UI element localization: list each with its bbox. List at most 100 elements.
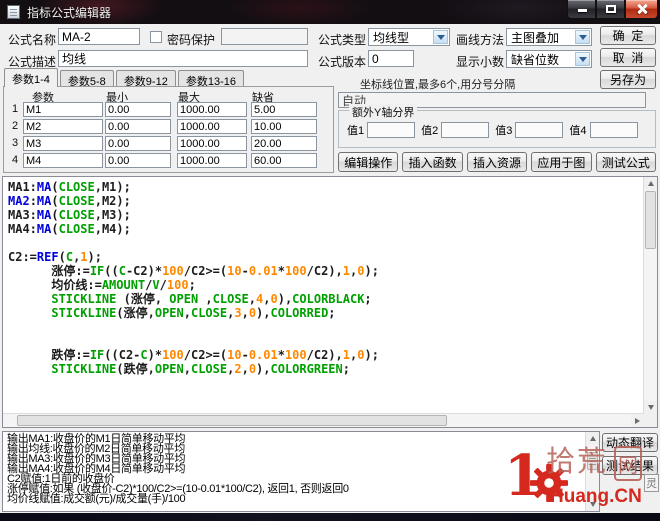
yaxis-value-input[interactable] — [515, 122, 563, 138]
formula-type-value: 均线型 — [373, 29, 409, 46]
code-line: 均价线:=AMOUNT/V/100; — [8, 278, 641, 292]
yaxis-value-input[interactable] — [590, 122, 638, 138]
param-tabs: 参数1-4参数5-8参数9-12参数13-16 — [4, 70, 246, 87]
scrollbar-corner — [644, 414, 657, 427]
param-def-input[interactable] — [251, 119, 317, 134]
param-name-input[interactable] — [23, 102, 103, 117]
scrollbar-thumb[interactable] — [645, 191, 656, 249]
ok-button[interactable]: 确 定 — [600, 26, 656, 45]
param-name-input[interactable] — [23, 136, 103, 151]
editor-horizontal-scrollbar[interactable] — [3, 413, 644, 427]
password-input[interactable] — [221, 28, 308, 45]
yaxis-field: 值3 — [495, 122, 563, 138]
yaxis-group-title: 额外Y轴分界 — [349, 104, 417, 120]
formula-type-label: 公式类型 — [318, 31, 366, 48]
draw-method-value: 主图叠加 — [511, 29, 559, 46]
scroll-down-icon[interactable] — [586, 498, 599, 511]
formula-name-label: 公式名称 — [8, 31, 56, 48]
editor-vertical-scrollbar[interactable] — [643, 177, 657, 414]
tab-参数5-8[interactable]: 参数5-8 — [60, 70, 114, 87]
window-title: 指标公式编辑器 — [27, 4, 111, 21]
scroll-up-icon[interactable] — [586, 432, 599, 445]
code-line: 跌停:=IF((C2-C)*100/C2>=(10-0.01*100/C2),1… — [8, 348, 641, 362]
output-line: 均价线赋值:成交额(元)/成交量(手)/100 — [7, 494, 583, 504]
param-max-input[interactable] — [177, 153, 247, 168]
param-max-input[interactable] — [177, 136, 247, 151]
close-button[interactable] — [625, 0, 658, 19]
tab-参数1-4[interactable]: 参数1-4 — [4, 68, 58, 87]
scrollbar-thumb[interactable] — [17, 415, 447, 426]
close-icon — [636, 3, 648, 15]
code-line — [8, 320, 641, 334]
description-panel[interactable]: 输出MA1:收盘价的M1日简单移动平均输出均线:收盘价的M2日简单移动平均输出M… — [2, 431, 600, 512]
param-name-input[interactable] — [23, 119, 103, 134]
desktop-strip — [0, 513, 660, 521]
saveas-button[interactable]: 另存为 — [600, 70, 656, 89]
param-def-input[interactable] — [251, 153, 317, 168]
param-min-input[interactable] — [105, 119, 171, 134]
button-测试结果[interactable]: 测试结果 — [602, 456, 658, 475]
chevron-down-icon[interactable] — [575, 30, 590, 44]
maximize-icon — [606, 5, 616, 13]
yaxis-field: 值2 — [421, 122, 489, 138]
side-buttons: 动态翻译测试结果 — [602, 433, 658, 475]
chevron-down-icon[interactable] — [433, 30, 448, 44]
button-应用于图[interactable]: 应用于图 — [531, 152, 591, 172]
param-row: 3 — [4, 136, 333, 151]
param-min-input[interactable] — [105, 102, 171, 117]
code-editor[interactable]: MA1:MA(CLOSE,M1);MA2:MA(CLOSE,M2);MA3:MA… — [2, 176, 658, 428]
formula-name-input[interactable] — [58, 28, 140, 45]
cancel-button[interactable]: 取 消 — [600, 48, 656, 67]
button-插入资源[interactable]: 插入资源 — [467, 152, 527, 172]
scrollbar-thumb[interactable] — [587, 452, 598, 470]
code-line: MA1:MA(CLOSE,M1); — [8, 180, 641, 194]
param-panel: 参数最小最大缺省 1234 — [3, 86, 334, 173]
chevron-down-icon[interactable] — [575, 52, 590, 66]
formula-desc-input[interactable] — [58, 50, 308, 67]
yaxis-field-label: 值3 — [495, 122, 512, 138]
tab-参数9-12[interactable]: 参数9-12 — [116, 70, 176, 87]
param-min-input[interactable] — [105, 136, 171, 151]
code-line: STICKLINE (涨停, OPEN ,CLOSE,4,0),COLORBLA… — [8, 292, 641, 306]
button-编辑操作[interactable]: 编辑操作 — [338, 152, 398, 172]
param-def-input[interactable] — [251, 102, 317, 117]
yaxis-value-input[interactable] — [367, 122, 415, 138]
button-测试公式[interactable]: 测试公式 — [596, 152, 656, 172]
code-line — [8, 334, 641, 348]
button-插入函数[interactable]: 插入函数 — [402, 152, 462, 172]
code-line: STICKLINE(涨停,OPEN,CLOSE,3,0),COLORRED; — [8, 306, 641, 320]
coord-hint-label: 坐标线位置,最多6个,用分号分隔 — [360, 76, 515, 92]
dialog-body: 公式名称 密码保护 公式类型 均线型 画线方法 主图叠加 确 定 公式描述 公式… — [0, 24, 660, 513]
window-controls — [567, 0, 658, 19]
maximize-button[interactable] — [596, 0, 625, 19]
scroll-up-icon[interactable] — [644, 177, 657, 190]
param-max-input[interactable] — [177, 102, 247, 117]
output-lines: 输出MA1:收盘价的M1日简单移动平均输出均线:收盘价的M2日简单移动平均输出M… — [7, 434, 583, 504]
yaxis-field-label: 值4 — [569, 122, 586, 138]
password-label: 密码保护 — [167, 31, 215, 48]
yaxis-fields: 值1 值2 值3 值4 — [341, 122, 653, 138]
yaxis-value-input[interactable] — [441, 122, 489, 138]
code-line: C2:=REF(C,1); — [8, 250, 641, 264]
decimal-select[interactable]: 缺省位数 — [506, 50, 592, 68]
yaxis-field: 值4 — [569, 122, 637, 138]
decimal-value: 缺省位数 — [511, 51, 559, 68]
screen: 指标公式编辑器 公式名称 密码保护 公式类型 均线型 画线方法 主图叠加 确 定… — [0, 0, 660, 521]
password-checkbox[interactable] — [150, 31, 162, 43]
tab-参数13-16[interactable]: 参数13-16 — [178, 70, 244, 87]
code-editor-content[interactable]: MA1:MA(CLOSE,M1);MA2:MA(CLOSE,M2);MA3:MA… — [8, 180, 641, 411]
param-max-input[interactable] — [177, 119, 247, 134]
output-scrollbar[interactable] — [585, 432, 599, 511]
param-def-input[interactable] — [251, 136, 317, 151]
code-line: MA4:MA(CLOSE,M4); — [8, 222, 641, 236]
minimize-button[interactable] — [567, 0, 596, 19]
formula-version-input[interactable] — [368, 50, 414, 67]
scroll-right-icon[interactable] — [631, 414, 644, 427]
draw-method-select[interactable]: 主图叠加 — [506, 28, 592, 46]
param-name-input[interactable] — [23, 153, 103, 168]
button-动态翻译[interactable]: 动态翻译 — [602, 433, 658, 452]
param-min-input[interactable] — [105, 153, 171, 168]
scroll-down-icon[interactable] — [644, 401, 657, 414]
yaxis-field: 值1 — [347, 122, 415, 138]
formula-type-select[interactable]: 均线型 — [368, 28, 450, 46]
